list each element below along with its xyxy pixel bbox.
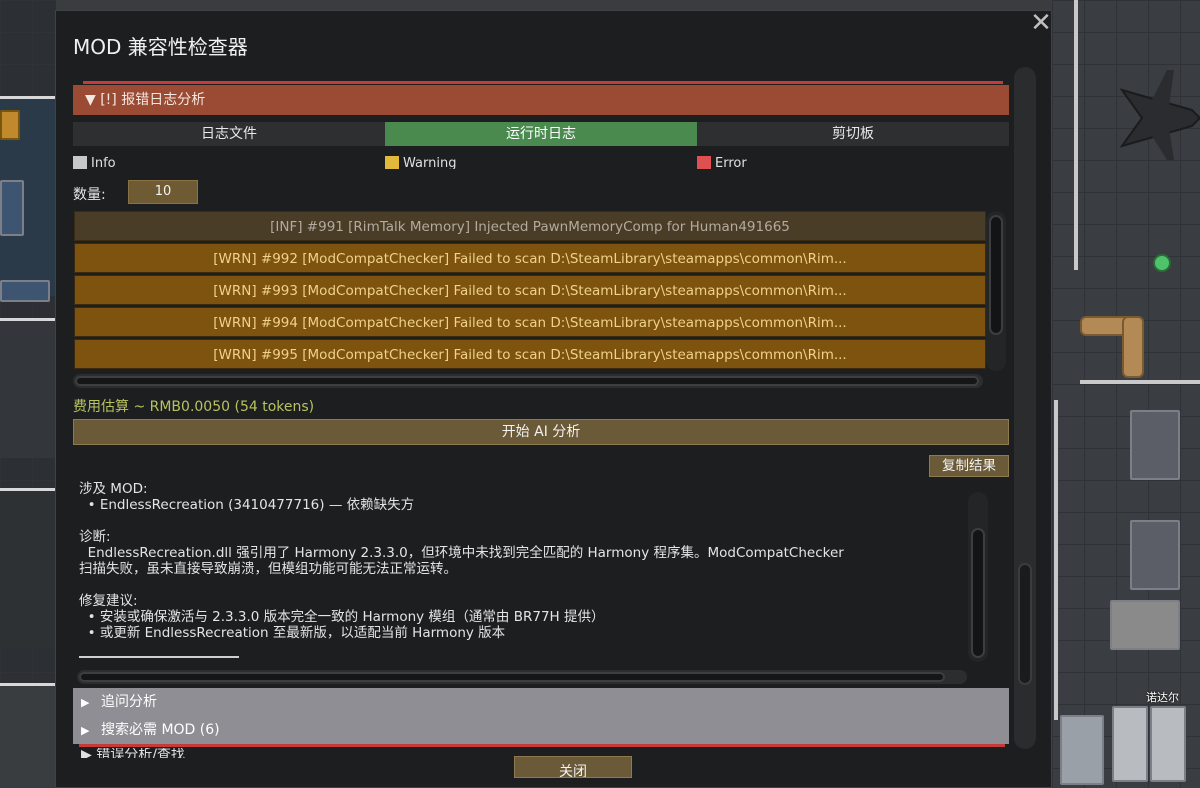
- count-label: 数量:: [73, 187, 106, 203]
- legend-error-label: Error: [715, 156, 747, 169]
- result-mod-heading: 涉及 MOD:: [79, 481, 148, 497]
- warning-swatch-icon: [385, 156, 399, 169]
- status-lamp-icon: [1153, 254, 1171, 272]
- follow-up-analysis-row[interactable]: ▶ 追问分析: [73, 688, 1009, 716]
- log-row[interactable]: [WRN] #993 [ModCompatChecker] Failed to …: [74, 275, 986, 305]
- cryptosleep-pod: [1150, 706, 1186, 782]
- dialog-scrollbar-thumb[interactable]: [1018, 563, 1032, 685]
- barrel: [0, 110, 20, 140]
- search-required-mods-row[interactable]: ▶ 搜索必需 MOD (6): [73, 716, 1009, 744]
- result-mod-line: • EndlessRecreation (3410477716) — 依赖缺失方: [79, 497, 415, 513]
- info-swatch-icon: [73, 156, 87, 169]
- expand-arrow-icon: ▶: [81, 724, 90, 737]
- count-input[interactable]: 10: [128, 180, 198, 204]
- pawn-name-label: 诺达尔: [1146, 691, 1179, 704]
- dialog-title: MOD 兼容性检查器: [73, 35, 248, 59]
- result-fix-line: • 或更新 EndlessRecreation 至最新版，以适配当前 Harmo…: [79, 625, 506, 641]
- console-machine: [1130, 520, 1180, 590]
- legend-info[interactable]: Info: [73, 155, 385, 169]
- tab-log-file[interactable]: 日志文件: [73, 122, 385, 146]
- log-scrollbar-thumb[interactable]: [989, 215, 1003, 335]
- result-scrollbar-thumb[interactable]: [971, 528, 985, 658]
- locker: [0, 180, 24, 236]
- legend-error[interactable]: Error: [697, 155, 1009, 169]
- mod-compat-checker-dialog: MOD 兼容性检查器 ▼ [!] 报错日志分析 日志文件 运行时日志 剪切板 I…: [55, 10, 1052, 788]
- section-bottom-divider: [79, 744, 1005, 747]
- cryptosleep-pod: [1112, 706, 1148, 782]
- left-map-area: [0, 0, 56, 788]
- wall-segment: [1074, 0, 1078, 270]
- log-level-legend: Info Warning Error: [73, 155, 1009, 169]
- left-room-3: [0, 488, 56, 648]
- result-diagnosis-heading: 诊断:: [79, 529, 111, 545]
- aircraft-icon: [1119, 70, 1200, 160]
- result-fix-heading: 修复建议:: [79, 593, 138, 609]
- close-button[interactable]: 关闭: [514, 756, 632, 778]
- console-machine: [1130, 410, 1180, 480]
- tab-runtime-log[interactable]: 运行时日志: [385, 122, 697, 146]
- storage-unit: [1110, 600, 1180, 650]
- close-icon[interactable]: ✕: [1028, 10, 1054, 36]
- shelf: [0, 280, 50, 302]
- copy-result-button[interactable]: 复制结果: [929, 455, 1009, 477]
- log-row[interactable]: [INF] #991 [RimTalk Memory] Injected Paw…: [74, 211, 986, 241]
- cost-estimate: 费用估算 ~ RMB0.0050 (54 tokens): [73, 399, 315, 415]
- wall-segment: [1054, 400, 1058, 720]
- left-room-4: [0, 683, 56, 788]
- left-room-2: [0, 318, 56, 458]
- legend-warning[interactable]: Warning: [385, 155, 697, 169]
- tab-clipboard[interactable]: 剪切板: [697, 122, 1009, 146]
- text-cursor-underline: [79, 656, 239, 658]
- generator: [1060, 715, 1104, 785]
- log-row[interactable]: [WRN] #995 [ModCompatChecker] Failed to …: [74, 339, 986, 369]
- wall-segment: [1080, 380, 1200, 384]
- result-diagnosis-line: EndlessRecreation.dll 强引用了 Harmony 2.3.3…: [79, 545, 844, 561]
- result-diagnosis-line: 扫描失败，虽未直接导致崩溃，但模组功能可能无法正常运转。: [79, 561, 457, 577]
- log-source-tabs: 日志文件 运行时日志 剪切板: [73, 122, 1009, 146]
- error-swatch-icon: [697, 156, 711, 169]
- expand-arrow-icon: ▶: [81, 696, 90, 709]
- legend-info-label: Info: [91, 156, 116, 169]
- legend-warning-label: Warning: [403, 156, 457, 169]
- section-top-divider: [83, 81, 1003, 84]
- error-log-section-header[interactable]: ▼ [!] 报错日志分析: [73, 85, 1009, 115]
- result-hscrollbar-thumb[interactable]: [79, 672, 945, 682]
- result-fix-line: • 安装或确保激活与 2.3.3.0 版本完全一致的 Harmony 模组（通常…: [79, 609, 605, 625]
- search-required-mods-label: 搜索必需 MOD (6): [101, 722, 220, 738]
- log-row[interactable]: [WRN] #992 [ModCompatChecker] Failed to …: [74, 243, 986, 273]
- start-ai-analysis-button[interactable]: 开始 AI 分析: [73, 419, 1009, 445]
- log-list: [INF] #991 [RimTalk Memory] Injected Paw…: [73, 211, 987, 371]
- analysis-result: 涉及 MOD: • EndlessRecreation (3410477716)…: [79, 481, 959, 641]
- log-row[interactable]: [WRN] #994 [ModCompatChecker] Failed to …: [74, 307, 986, 337]
- follow-up-analysis-label: 追问分析: [101, 694, 157, 710]
- log-hscrollbar-thumb[interactable]: [75, 376, 979, 386]
- sandbag: [1122, 316, 1144, 378]
